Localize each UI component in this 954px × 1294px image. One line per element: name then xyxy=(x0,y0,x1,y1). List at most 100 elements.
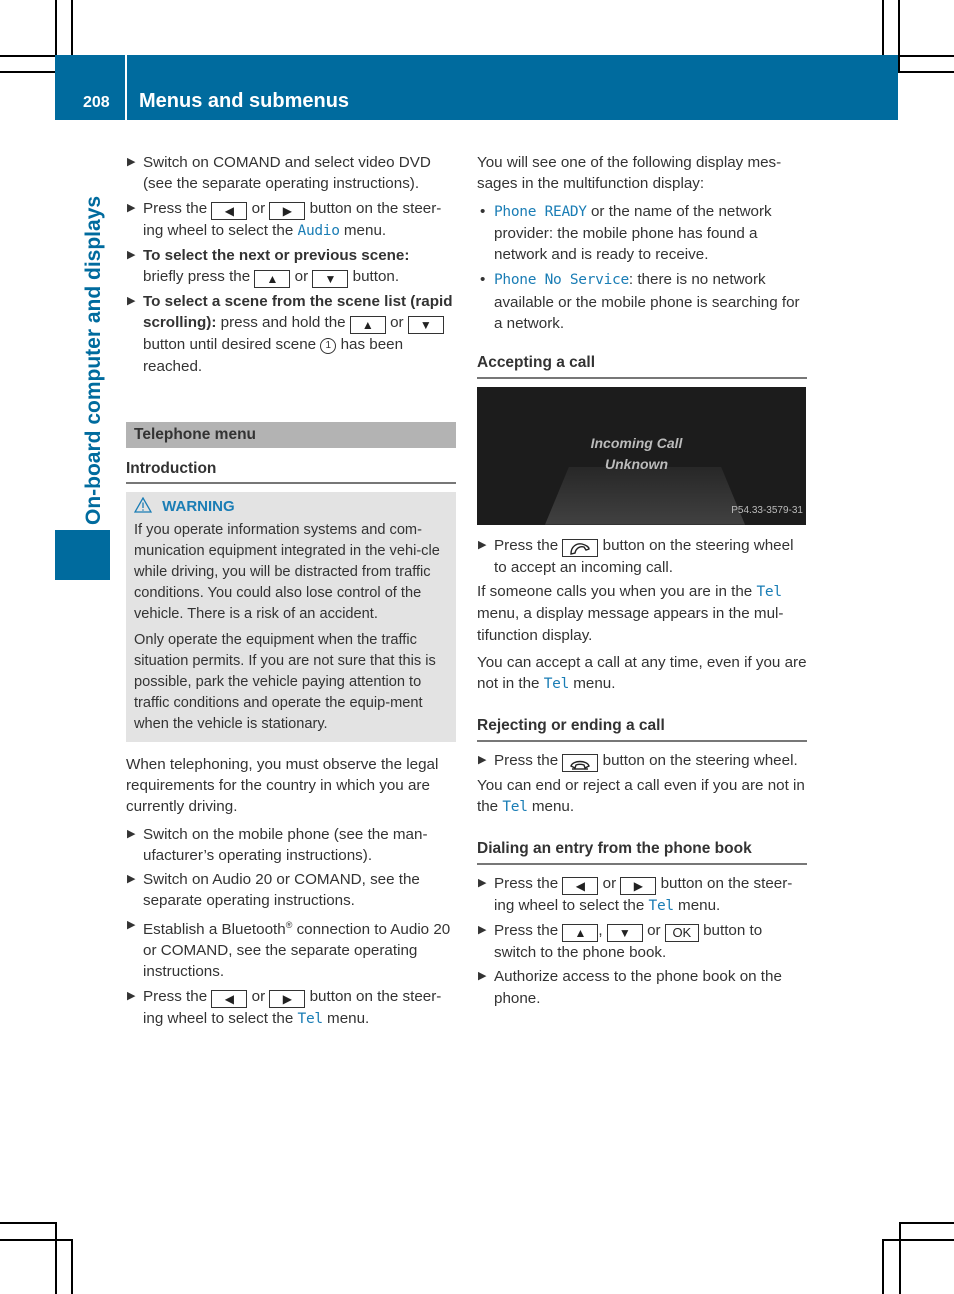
left-arrow-key-icon: ◀ xyxy=(211,989,248,1008)
step-text: or xyxy=(602,874,617,892)
para-text: If someone calls you when you are in the xyxy=(477,582,753,600)
step-bold-label: To select the next or previous scene: xyxy=(143,246,410,264)
instruction-step: ▶ Press the ◀ or ▶ button on the steer-i… xyxy=(126,986,456,1030)
crop-mark xyxy=(898,0,900,71)
instruction-step: ▶ Press the ◀ or ▶ button on the steer-i… xyxy=(126,198,456,242)
display-line-2: Unknown xyxy=(605,455,668,472)
para-text: menu. xyxy=(531,798,575,816)
instruction-step: ▶ Switch on COMAND and select video DVD … xyxy=(126,152,456,195)
warning-paragraph: If you operate information systems and c… xyxy=(134,521,440,623)
crop-mark xyxy=(0,1239,72,1241)
warning-box: WARNING If you operate information syste… xyxy=(126,492,456,742)
chapter-title-text: On-board computer and displays xyxy=(82,195,105,525)
warning-label: WARNING xyxy=(162,498,235,516)
warning-triangle-icon xyxy=(133,497,162,515)
para-text: menu. xyxy=(573,675,616,693)
step-text: Press the xyxy=(494,751,559,769)
instruction-step: ▶ Press the ◀ or ▶ button on the steer-i… xyxy=(477,873,807,917)
instruction-step: ▶ Press the button on the steering wheel… xyxy=(477,750,807,772)
step-arrow-icon: ▶ xyxy=(478,970,487,983)
crop-mark xyxy=(0,1222,56,1224)
crop-mark xyxy=(899,1222,901,1294)
body-paragraph: When telephoning, you must observe the l… xyxy=(126,755,439,816)
step-text: Press the xyxy=(494,921,559,939)
step-arrow-icon: ▶ xyxy=(127,873,136,886)
bullet-item: • Phone READY or the name of the network… xyxy=(477,201,807,266)
step-arrow-icon: ▶ xyxy=(127,201,136,214)
crop-mark xyxy=(71,0,73,55)
header-divider xyxy=(125,55,127,120)
step-arrow-icon: ▶ xyxy=(127,295,136,308)
section-title: Menus and submenus xyxy=(139,90,350,112)
instruction-step: ▶ Press the button on the steering wheel… xyxy=(477,535,807,578)
step-arrow-icon: ▶ xyxy=(478,876,487,889)
crop-mark xyxy=(882,1239,884,1294)
up-arrow-key-icon: ▲ xyxy=(254,270,291,289)
heading-rejecting-call: Rejecting or ending a call xyxy=(477,715,807,742)
up-arrow-key-icon: ▲ xyxy=(349,316,386,335)
step-arrow-icon: ▶ xyxy=(127,989,136,1002)
step-text: Switch on the mobile phone (see the man-… xyxy=(143,825,428,864)
heading-dialing-phone-book: Dialing an entry from the phone book xyxy=(477,838,807,865)
step-text: Press the xyxy=(143,199,208,217)
left-arrow-key-icon: ◀ xyxy=(562,876,599,895)
ok-key: OK xyxy=(664,923,699,942)
para-text: You can accept a call at any time, even … xyxy=(477,653,807,693)
step-text: Authorize access to the phone book on th… xyxy=(494,968,782,1007)
callout-number: 1 xyxy=(320,338,337,355)
step-text: Establish a Bluetooth xyxy=(143,920,286,938)
step-text: Press the xyxy=(494,874,559,892)
section-bar-telephone-menu: Telephone menu xyxy=(126,422,456,449)
step-text: Press the xyxy=(143,987,208,1005)
menu-name: Tel xyxy=(756,583,782,600)
crop-mark xyxy=(55,1222,57,1294)
down-arrow-key-icon: ▼ xyxy=(312,270,349,289)
instruction-step: ▶ Switch on the mobile phone (see the ma… xyxy=(126,824,456,867)
left-arrow-key-icon: ◀ xyxy=(211,201,248,220)
instruction-step: ▶ To select a scene from the scene list … xyxy=(126,291,456,377)
step-text: Press the xyxy=(494,536,559,554)
chapter-tab-marker xyxy=(55,530,110,580)
chapter-side-title: On-board computer and displays xyxy=(55,120,110,525)
step-arrow-icon: ▶ xyxy=(478,538,487,551)
crop-mark xyxy=(0,55,55,57)
right-arrow-key-icon: ▶ xyxy=(620,876,657,895)
heading-introduction: Introduction xyxy=(126,458,456,485)
step-text: Switch on Audio 20 or COMAND, see the se… xyxy=(143,871,420,910)
step-text: Switch on COMAND and select video DVD (s… xyxy=(143,154,431,193)
step-text: button. xyxy=(352,268,400,286)
instruction-step: ▶ Authorize access to the phone book on … xyxy=(477,966,807,1009)
step-text: or xyxy=(390,314,404,332)
menu-name: Tel xyxy=(502,799,528,816)
step-text: menu. xyxy=(327,1009,370,1027)
down-arrow-key-icon: ▼ xyxy=(407,316,444,335)
page-header: 208 Menus and submenus xyxy=(55,55,898,120)
menu-name: Tel xyxy=(648,897,675,914)
body-paragraph: You can accept a call at any time, even … xyxy=(477,652,807,696)
body-paragraph: You can end or reject a call even if you… xyxy=(477,775,807,819)
crop-mark xyxy=(55,0,57,55)
crop-mark xyxy=(71,1239,73,1294)
instruction-step: ▶ Establish a Bluetooth® connection to A… xyxy=(126,915,456,983)
step-text: button on the steering wheel. xyxy=(602,751,798,769)
crop-mark xyxy=(898,71,954,73)
display-line-1: Incoming Call xyxy=(590,434,683,451)
step-arrow-icon: ▶ xyxy=(127,918,136,931)
phone-end-icon xyxy=(562,753,599,772)
crop-mark xyxy=(0,71,55,73)
step-text: press and hold the xyxy=(220,314,346,332)
left-column: ▶ Switch on COMAND and select video DVD … xyxy=(126,152,456,1033)
down-arrow-key-icon: ▼ xyxy=(606,923,643,942)
step-text: menu. xyxy=(343,221,387,239)
warning-title: WARNING xyxy=(133,496,448,517)
body-paragraph: If someone calls you when you are in the… xyxy=(477,581,807,646)
crop-mark xyxy=(882,0,884,55)
menu-name: Tel xyxy=(297,1010,324,1027)
menu-name: Audio xyxy=(297,222,340,239)
step-text: , xyxy=(598,921,603,939)
step-text: or xyxy=(294,268,309,286)
para-text: menu, a display message appears in the m… xyxy=(477,605,784,644)
instruction-step: ▶ To select the next or previous scene: … xyxy=(126,245,456,289)
figure-code: P54.33-3579-31 xyxy=(731,505,803,517)
step-arrow-icon: ▶ xyxy=(127,248,136,261)
